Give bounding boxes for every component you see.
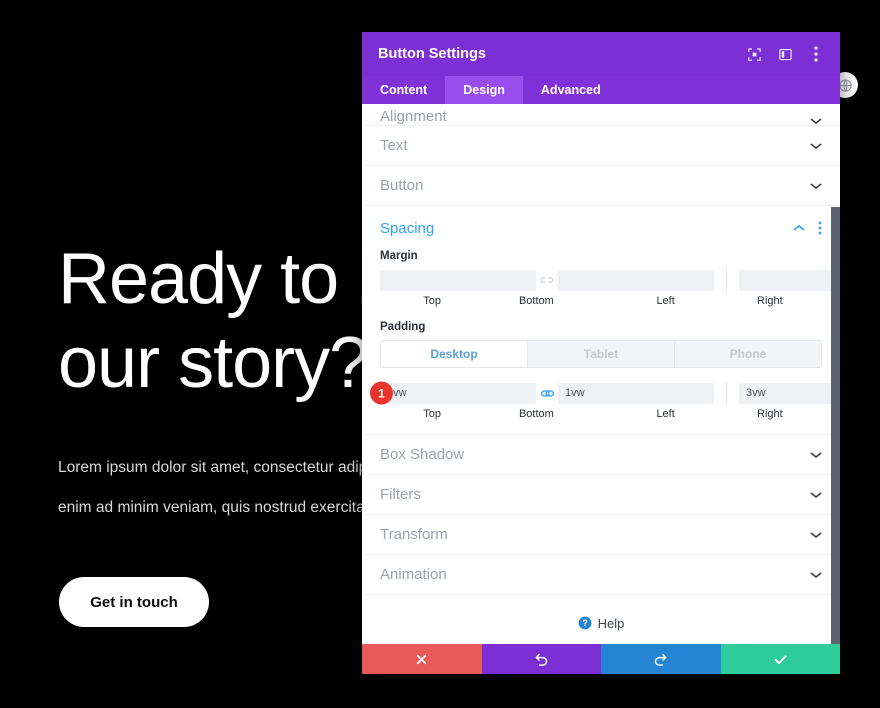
section-button[interactable]: Button <box>362 166 840 206</box>
section-alignment-label: Alignment <box>380 108 447 125</box>
modal-header-actions <box>746 46 824 62</box>
help-label: Help <box>597 615 625 631</box>
cancel-button[interactable] <box>362 644 482 674</box>
margin-right-label: Right <box>757 295 783 307</box>
section-animation-label: Animation <box>380 566 447 583</box>
padding-field-labels: Top Bottom Left Right <box>380 408 822 420</box>
button-settings-modal: Button Settings Content Design Advanced … <box>362 32 840 674</box>
layout-split-icon[interactable] <box>777 46 793 62</box>
margin-top-label: Top <box>423 295 441 307</box>
margin-top-input[interactable] <box>380 269 536 291</box>
section-box-shadow-label: Box Shadow <box>380 446 465 463</box>
close-icon <box>417 654 427 664</box>
undo-button[interactable] <box>481 644 601 674</box>
device-phone[interactable]: Phone <box>675 341 821 367</box>
help-row[interactable]: ? Help <box>362 595 840 644</box>
padding-bottom-label: Bottom <box>518 408 554 420</box>
chevron-down-icon <box>810 491 822 498</box>
section-text-label: Text <box>380 137 408 154</box>
section-transform[interactable]: Transform <box>362 515 840 555</box>
padding-top-label: Top <box>423 408 441 420</box>
tab-advanced[interactable]: Advanced <box>523 76 619 104</box>
focus-icon[interactable] <box>746 46 762 62</box>
section-box-shadow[interactable]: Box Shadow <box>362 435 840 475</box>
modal-tabs: Content Design Advanced <box>362 76 840 104</box>
chevron-down-icon <box>810 142 822 149</box>
section-filters-label: Filters <box>380 486 421 503</box>
device-tablet[interactable]: Tablet <box>528 341 675 367</box>
padding-left-input[interactable] <box>739 382 840 404</box>
modal-footer <box>362 644 840 674</box>
section-filters[interactable]: Filters <box>362 475 840 515</box>
section-alignment[interactable]: Alignment <box>362 104 840 126</box>
padding-fields <box>380 382 840 404</box>
redo-icon <box>655 653 667 666</box>
margin-fields <box>380 269 840 291</box>
section-button-label: Button <box>380 177 424 194</box>
help-circle-icon: ? <box>578 616 592 630</box>
undo-icon <box>535 653 547 666</box>
chevron-down-icon <box>810 451 822 458</box>
modal-title: Button Settings <box>378 46 486 62</box>
section-spacing-actions <box>793 221 822 235</box>
svg-text:?: ? <box>582 618 587 628</box>
margin-label: Margin <box>380 250 418 262</box>
margin-bottom-input[interactable] <box>558 269 714 291</box>
modal-scrollbar[interactable] <box>831 207 840 644</box>
section-transform-label: Transform <box>380 526 448 543</box>
chevron-down-icon <box>810 182 822 189</box>
check-icon <box>774 654 787 664</box>
modal-header: Button Settings <box>362 32 840 76</box>
link-active-icon[interactable] <box>536 386 558 400</box>
more-vertical-icon[interactable] <box>818 221 822 235</box>
section-spacing-header[interactable]: Spacing <box>362 206 840 250</box>
section-spacing: Spacing Margin Top Bottom Left Right Pad… <box>362 206 840 435</box>
tab-content[interactable]: Content <box>362 76 445 104</box>
chevron-down-icon <box>810 571 822 578</box>
tab-design[interactable]: Design <box>445 76 523 104</box>
margin-field-labels: Top Bottom Left Right <box>380 295 822 307</box>
link-broken-icon[interactable] <box>536 273 558 287</box>
section-spacing-label: Spacing <box>380 219 435 237</box>
save-button[interactable] <box>720 644 840 674</box>
padding-right-label: Right <box>757 408 783 420</box>
padding-top-input[interactable] <box>380 382 536 404</box>
modal-body: Alignment Text Button Spacing Margin Top… <box>362 104 840 644</box>
margin-group: Margin Top Bottom Left Right <box>362 250 840 307</box>
padding-bottom-input[interactable] <box>558 382 714 404</box>
padding-left-label: Left <box>656 408 675 420</box>
margin-left-label: Left <box>656 295 675 307</box>
padding-group: Padding Desktop Tablet Phone 1 1vw 1vw 3… <box>362 321 840 420</box>
margin-left-input[interactable] <box>739 269 840 291</box>
margin-bottom-label: Bottom <box>518 295 554 307</box>
redo-button[interactable] <box>601 644 721 674</box>
device-toggle: Desktop Tablet Phone <box>380 340 822 368</box>
chevron-down-icon <box>810 118 822 125</box>
section-text[interactable]: Text <box>362 126 840 166</box>
more-vertical-icon[interactable] <box>808 46 824 62</box>
divider <box>726 269 727 291</box>
divider <box>726 382 727 404</box>
chevron-up-icon[interactable] <box>793 224 805 232</box>
section-animation[interactable]: Animation <box>362 555 840 595</box>
get-in-touch-button[interactable]: Get in touch <box>59 577 209 627</box>
annotation-badge-1: 1 <box>370 381 393 405</box>
padding-label: Padding <box>380 321 426 333</box>
device-desktop[interactable]: Desktop <box>381 341 528 367</box>
chevron-down-icon <box>810 531 822 538</box>
